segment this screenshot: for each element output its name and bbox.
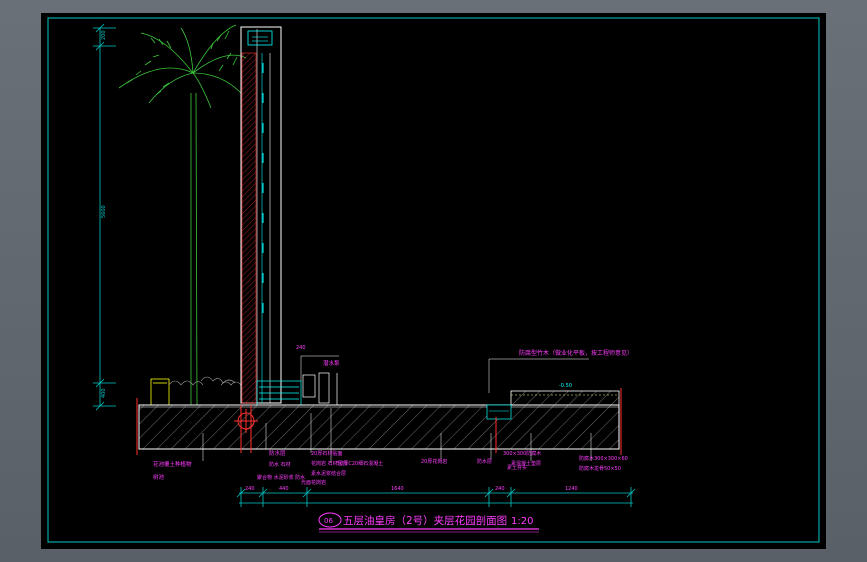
label-mid-6: 素水泥浆结合层 [311,470,346,477]
label-left-2: 树池 [153,473,165,481]
label-left-1: 花池覆土种植物 [153,460,192,468]
title-block: 06 五层油皇房（2号）夹层花园剖面图 1:20 [318,512,539,533]
label-pump: 潜水泵 [323,359,340,367]
label-mid-1: 防水层 [269,449,286,457]
shrubs [168,376,242,386]
dim-vertical-top: 200 [101,30,107,40]
dim-vertical-total: 5600 [101,205,107,218]
feature-wall [240,26,282,404]
label-mid-7: 光面花岗岩 [301,479,326,486]
label-mid-2: 防水 石材 [269,461,291,468]
dim-h-sub: 240 [296,345,306,351]
label-floor-1: 20厚花岗岩 [421,458,447,465]
title-badge-text: 06 [324,517,333,525]
label-right-1: 300×300防腐木 [503,450,541,457]
drawing-title: 五层油皇房（2号）夹层花园剖面图 [343,514,507,527]
cad-drawing: 200 5600 400 240 440 1640 240 1240 240 防… [47,17,820,543]
label-right-4: 防腐木龙骨50×50 [579,465,621,472]
dim-h-2: 440 [279,486,289,492]
dim-h-3: 1640 [391,486,404,492]
dim-vertical-bottom: 400 [101,388,107,398]
label-right-2: 素混凝土垫层 [511,460,541,467]
palm-tree [118,24,247,406]
label-mid-4: 20厚石材贴面 [311,450,342,457]
drawing-scale: 1:20 [511,516,533,527]
label-mid-8: 50厚C20细石混凝土 [337,460,383,467]
label-level: -0.50 [559,383,572,389]
label-right-3: 防腐木300×300×60 [579,455,628,462]
dim-h-1: 240 [245,486,255,492]
floor-slab [138,390,620,450]
dim-h-5: 1240 [565,486,578,492]
water-pool [256,372,338,406]
label-mid-3: 聚合物 水泥砂浆 防水 [257,474,305,481]
dim-h-4: 240 [495,486,505,492]
drawing-viewport[interactable]: 200 5600 400 240 440 1640 240 1240 240 防… [41,13,826,549]
label-floor-2: 防水层 [477,458,492,465]
label-top-right: 防腐型竹木（做业化平板，按工程师意见） [519,349,633,357]
planter [150,378,170,406]
